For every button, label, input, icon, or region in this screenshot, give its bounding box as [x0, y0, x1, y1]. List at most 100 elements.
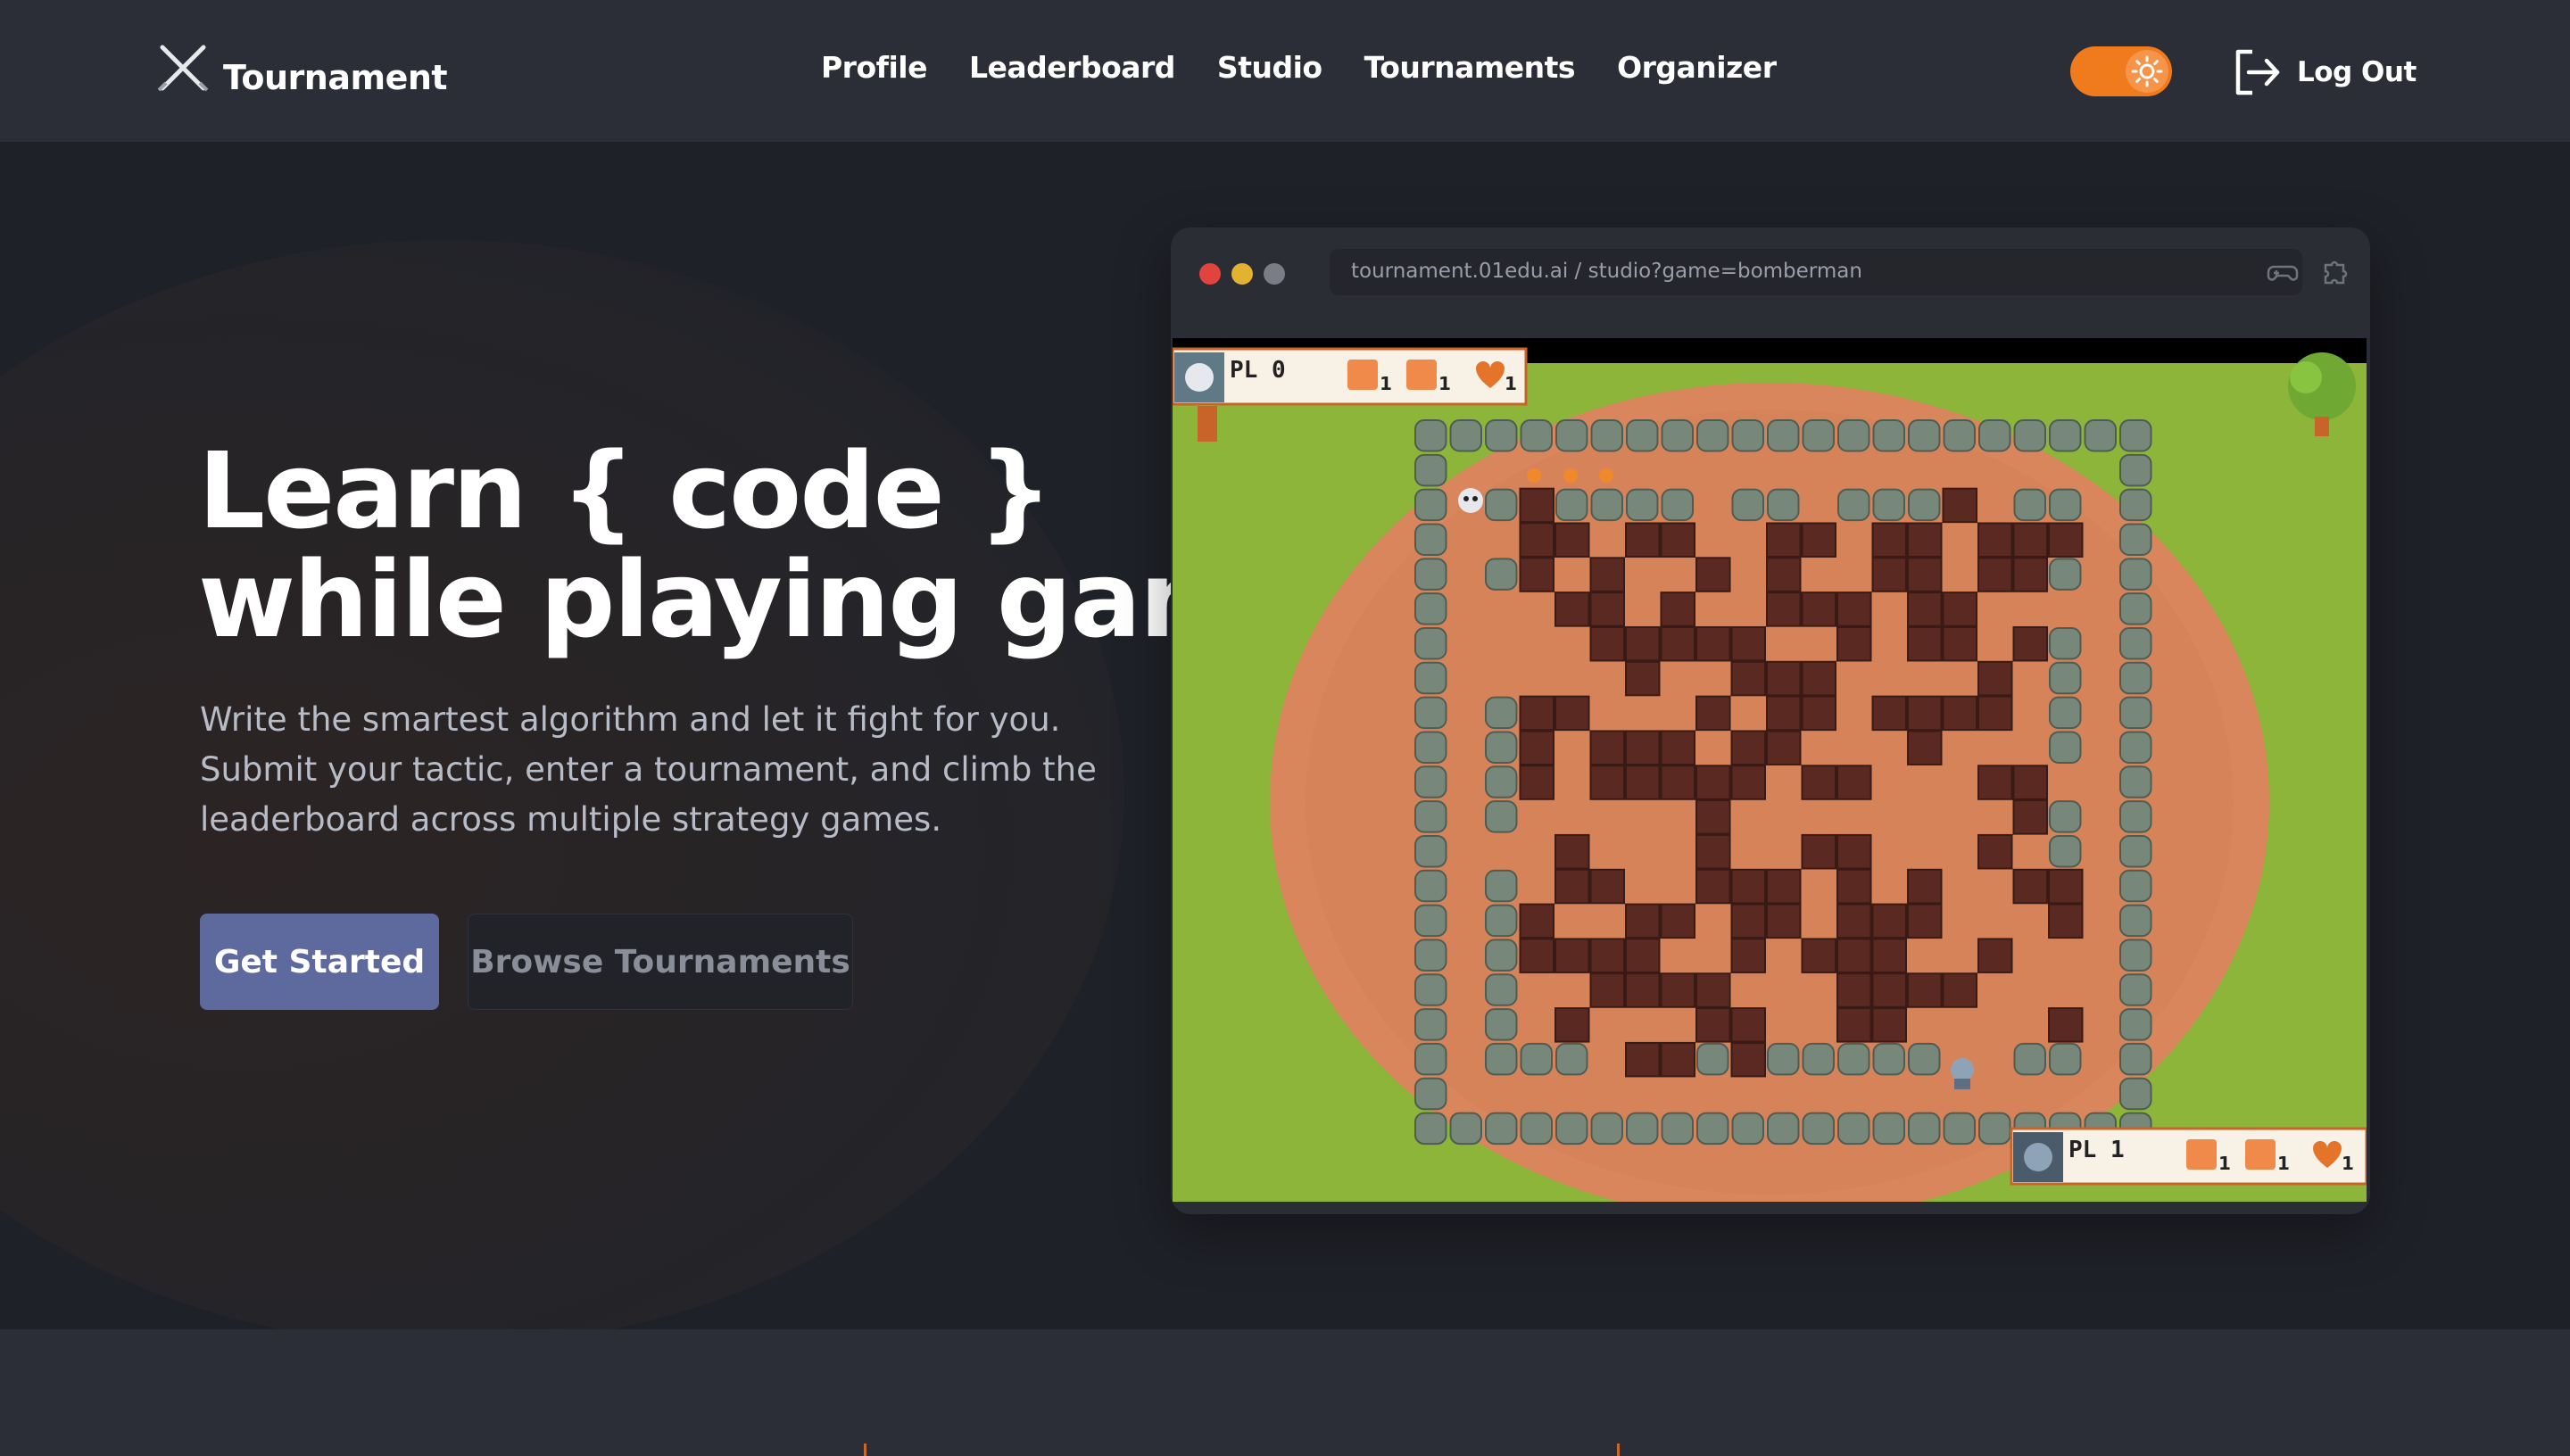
- stone-block: [1449, 1112, 1482, 1146]
- section-divider: [1617, 1444, 1620, 1456]
- brick-block: [1695, 695, 1731, 732]
- address-bar[interactable]: tournament.01edu.ai / studio?game=bomber…: [1330, 249, 2302, 295]
- nav-profile[interactable]: Profile: [821, 50, 928, 85]
- stone-block: [1696, 1042, 1729, 1076]
- logout-button[interactable]: Log Out: [2231, 45, 2417, 100]
- gamepad-icon[interactable]: [2267, 256, 2299, 288]
- stone-block: [1414, 1008, 1447, 1041]
- brick-block: [1871, 1007, 1907, 1043]
- theme-toggle[interactable]: [2070, 46, 2172, 96]
- hero-subtitle-line: Submit your tactic, enter a tournament, …: [200, 750, 1097, 789]
- nav-tournaments[interactable]: Tournaments: [1364, 50, 1576, 85]
- stone-block: [1555, 488, 1588, 522]
- brick-block: [1554, 522, 1590, 558]
- brick-block: [1625, 972, 1661, 1008]
- stone-block: [1485, 731, 1518, 764]
- stone-block: [2049, 800, 2082, 833]
- stone-block: [1485, 765, 1518, 798]
- brick-block: [1977, 557, 2013, 592]
- nav-studio[interactable]: Studio: [1217, 50, 1322, 85]
- bomb-range-icon: [1347, 360, 1378, 390]
- stone-block: [1555, 1112, 1588, 1146]
- brick-block: [1519, 765, 1554, 800]
- stone-block: [1485, 973, 1518, 1006]
- brand-logo-link[interactable]: Tournament: [155, 41, 448, 98]
- stone-block: [1414, 904, 1447, 938]
- stone-block: [1485, 488, 1518, 522]
- brick-block: [1907, 592, 1943, 627]
- brick-block: [1695, 557, 1731, 592]
- hero-subtitle-line: leaderboard across multiple strategy gam…: [200, 800, 942, 839]
- game-board: PL 0 1 1 1 PL 1 1 1 1: [1173, 338, 2367, 1202]
- brick-block: [1589, 765, 1625, 800]
- bomb-count-icon: [1406, 360, 1437, 390]
- brick-block: [2012, 522, 2048, 558]
- stone-block: [1767, 1112, 1800, 1146]
- brick-block: [1625, 1041, 1661, 1078]
- brick-block: [1695, 799, 1731, 835]
- stone-block: [1485, 1112, 1518, 1146]
- stone-block: [2049, 419, 2082, 452]
- stone-block: [1414, 1077, 1447, 1111]
- section-divider: [864, 1444, 866, 1456]
- stone-block: [1485, 1042, 1518, 1076]
- player-0-hud: PL 0 1 1 1: [1173, 347, 1528, 406]
- brick-block: [1730, 765, 1766, 800]
- browser-toolbar: tournament.01edu.ai / studio?game=bomber…: [1171, 228, 2370, 317]
- stone-block: [1414, 558, 1447, 591]
- brick-block: [1730, 868, 1766, 905]
- brick-block: [1660, 625, 1695, 662]
- stone-block: [2119, 1008, 2152, 1041]
- brick-block: [1695, 868, 1731, 905]
- brick-block: [1942, 625, 1977, 662]
- brick-block: [1660, 765, 1695, 800]
- hero-title: Learn { code } while playing game: [198, 436, 1319, 654]
- stone-block: [1414, 731, 1447, 764]
- stone-block: [1590, 488, 1623, 522]
- brick-block: [1730, 625, 1766, 662]
- nav-leaderboard[interactable]: Leaderboard: [969, 50, 1175, 85]
- brick-block: [1625, 660, 1661, 697]
- stone-block: [1731, 488, 1764, 522]
- stone-block: [1908, 1042, 1941, 1076]
- stone-block: [1837, 419, 1870, 452]
- brick-block: [1660, 730, 1695, 765]
- bomberman-game-canvas[interactable]: PL 0 1 1 1 PL 1 1 1 1: [1173, 338, 2367, 1202]
- nav-organizer[interactable]: Organizer: [1617, 50, 1777, 85]
- window-minimize-dot: [1231, 263, 1253, 285]
- brick-block: [1871, 903, 1907, 939]
- browse-tournaments-button[interactable]: Browse Tournaments: [468, 914, 853, 1010]
- stone-block: [1767, 1042, 1800, 1076]
- brick-block: [1660, 972, 1695, 1008]
- stone-block: [2119, 523, 2152, 556]
- crossed-swords-icon: [157, 45, 209, 92]
- stone-block: [2119, 592, 2152, 625]
- window-close-dot: [1199, 263, 1221, 285]
- stone-block: [2049, 1042, 2082, 1076]
- brick-block: [1730, 1007, 1766, 1043]
- stone-block: [2119, 419, 2152, 452]
- bomb-count-icon: [2245, 1139, 2276, 1170]
- stone-block: [1520, 1112, 1553, 1146]
- brick-block: [1554, 833, 1590, 870]
- brick-block: [1730, 660, 1766, 697]
- browser-mockup: tournament.01edu.ai / studio?game=bomber…: [1171, 228, 2370, 1214]
- brick-block: [2048, 868, 2084, 905]
- brick-block: [1871, 695, 1907, 732]
- brick-block: [1836, 1007, 1872, 1043]
- brick-block: [1589, 938, 1625, 973]
- player-1-stat: 1: [2277, 1153, 2290, 1174]
- stone-block: [1943, 419, 1976, 452]
- stone-block: [2049, 488, 2082, 522]
- stone-block: [1414, 696, 1447, 730]
- brick-block: [1907, 557, 1943, 592]
- brick-block: [1589, 557, 1625, 592]
- brick-block: [2012, 765, 2048, 800]
- stone-block: [1590, 1112, 1623, 1146]
- puzzle-icon[interactable]: [2318, 256, 2350, 288]
- get-started-button[interactable]: Get Started: [200, 914, 439, 1010]
- stone-block: [2049, 834, 2082, 868]
- brick-block: [2012, 557, 2048, 592]
- stone-block: [2119, 939, 2152, 972]
- stone-block: [2013, 488, 2046, 522]
